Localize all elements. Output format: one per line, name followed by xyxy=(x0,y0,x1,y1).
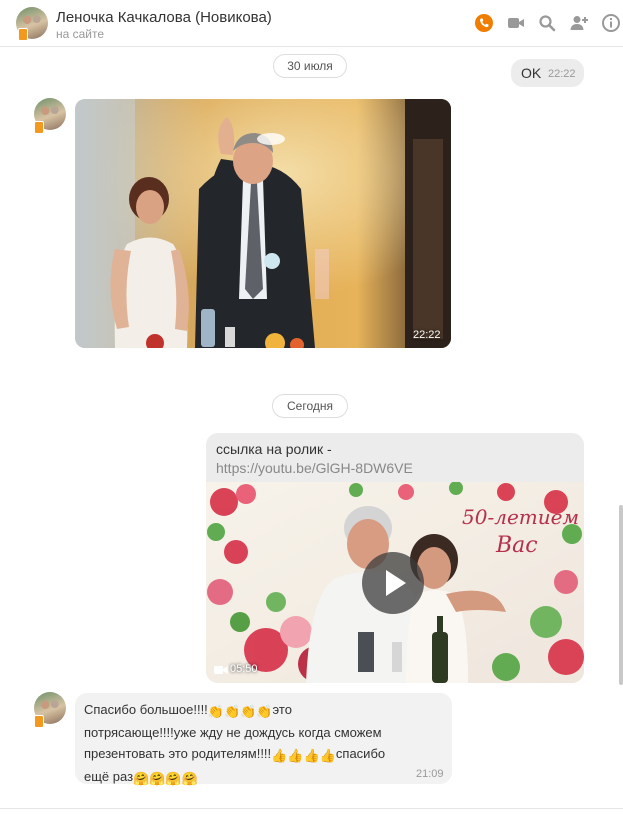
message-text: ссылка на ролик - xyxy=(216,441,332,457)
message-text: OK xyxy=(521,65,542,81)
scrollbar[interactable] xyxy=(619,505,623,685)
message-text: Спасибо большое!!!!👏👏👏👏это потрясающе!!!… xyxy=(84,699,444,789)
video-link[interactable]: https://youtu.be/GlGH-8DW6VE xyxy=(216,460,413,476)
video-title-text: 50-летием xyxy=(462,505,579,529)
photo-time: 22:22 xyxy=(413,329,441,341)
video-call-icon[interactable] xyxy=(506,13,526,33)
date-separator: Сегодня xyxy=(272,394,348,418)
mobile-status-icon xyxy=(34,121,44,134)
phone-icon[interactable] xyxy=(474,13,494,33)
outgoing-message[interactable]: ссылка на ролик - https://youtu.be/GlGH-… xyxy=(206,433,584,683)
video-preview[interactable]: 50-летием Вас 05:50 xyxy=(206,482,584,683)
contact-name[interactable]: Леночка Качкалова (Новикова) xyxy=(56,9,272,26)
clapping-hands-emoji: 👏👏👏👏 xyxy=(207,704,273,719)
play-button[interactable] xyxy=(362,552,424,614)
svg-text:Вас: Вас xyxy=(495,533,538,558)
play-icon xyxy=(386,570,406,596)
date-separator: 30 июля xyxy=(273,54,347,78)
add-user-icon[interactable] xyxy=(569,13,589,33)
chat-header: Леночка Качкалова (Новикова) на сайте xyxy=(0,0,623,47)
thumbs-up-emoji: 👍👍👍👍 xyxy=(271,748,336,763)
photo-image xyxy=(75,99,451,348)
video-duration: 05:50 xyxy=(230,663,258,675)
outgoing-message[interactable]: OK 22:22 xyxy=(511,59,584,87)
incoming-message[interactable]: Спасибо большое!!!!👏👏👏👏это потрясающе!!!… xyxy=(75,693,452,786)
search-icon[interactable] xyxy=(537,13,557,33)
message-time: 22:22 xyxy=(548,68,576,80)
hugging-emoji: 🤗🤗🤗🤗 xyxy=(133,771,198,786)
message-time: 21:09 xyxy=(416,768,444,780)
info-icon[interactable] xyxy=(601,13,621,33)
mobile-status-icon xyxy=(34,715,44,728)
photo-message[interactable]: 22:22 xyxy=(75,99,451,348)
mobile-status-icon xyxy=(18,28,28,41)
video-camera-icon xyxy=(214,666,228,674)
bottom-divider xyxy=(0,808,623,809)
contact-status: на сайте xyxy=(56,27,105,41)
